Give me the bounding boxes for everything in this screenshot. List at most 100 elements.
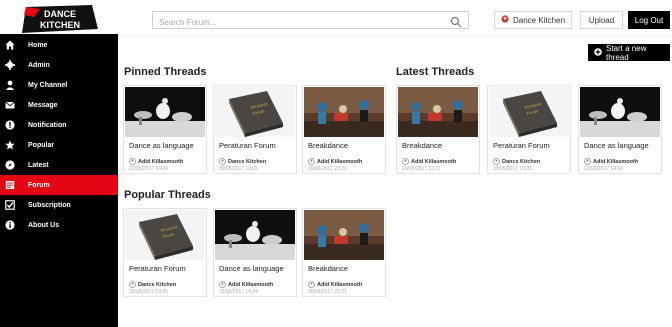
user-icon [4,79,16,91]
thread-author[interactable]: Dance Kitchen [219,158,266,165]
search-icon[interactable] [450,15,462,28]
author-icon [129,281,136,288]
thread-title[interactable]: Peraturan Forum [219,141,276,150]
thread-author[interactable]: Dance Kitchen [129,281,176,288]
thread-title[interactable]: Dance as language [129,141,194,150]
sidebar-item-label: Notification [28,121,67,129]
thread-date: 22/05/2017 14:24 [129,166,168,172]
thread-card[interactable]: Dance as language Adid Killasmooth 22/05… [213,208,297,297]
compass-icon [4,159,16,171]
thread-title[interactable]: Breakdance [308,264,348,273]
thread-card[interactable]: Breakdance Adid Killasmooth 20/06/2017 2… [302,85,386,174]
sidebar-item-notification[interactable]: Notification [0,115,118,135]
thread-thumbnail [580,87,660,137]
sidebar-item-label: Latest [28,161,49,169]
thread-date: 20/06/2017 23:21 [308,289,347,295]
dance-kitchen-logo[interactable]: DANCE KITCHEN [20,5,100,33]
sidebar-item-admin[interactable]: Admin [0,55,118,75]
info-icon [4,219,16,231]
author-name: Adid Killasmooth [228,281,274,288]
sidebar-item-home[interactable]: Home [0,35,118,55]
thread-thumbnail [125,210,205,260]
sidebar-item-forum[interactable]: Forum [0,175,118,195]
author-name: Dance Kitchen [138,281,177,288]
thread-date: 22/05/2017 14:24 [584,166,623,172]
thread-date: 22/05/2017 14:24 [219,289,258,295]
thread-card[interactable]: Peraturan Forum Dance Kitchen 30/05/2017… [213,85,297,174]
sidebar-item-label: Subscription [28,201,71,209]
thread-date: 20/06/2017 23:21 [402,166,441,172]
thread-author[interactable]: Dance Kitchen [493,158,540,165]
author-icon [584,158,591,165]
sidebar-item-message[interactable]: Message [0,95,118,115]
author-name: Adid Killasmooth [593,158,639,165]
thread-author[interactable]: Adid Killasmooth [584,158,638,165]
thread-date: 30/05/2017 19:05 [129,289,168,295]
sidebar-item-label: Forum [28,181,50,189]
thread-date: 30/05/2017 19:05 [493,166,532,172]
upload-button[interactable]: Upload [580,11,623,29]
thread-title[interactable]: Dance as language [584,141,649,150]
thread-card[interactable]: Dance as language Adid Killasmooth 22/05… [123,85,207,174]
sidebar-item-subscription[interactable]: Subscription [0,195,118,215]
popular-threads-title: Popular Threads [124,189,211,201]
thread-card[interactable]: Breakdance Adid Killasmooth 20/06/2017 2… [302,208,386,297]
author-name: Adid Killasmooth [138,158,184,165]
logo-line-1: DANCE [44,9,76,19]
alert-icon [4,119,16,131]
sidebar-item-latest[interactable]: Latest [0,155,118,175]
home-icon [4,39,16,51]
thread-card[interactable]: Breakdance Adid Killasmooth 20/06/2017 2… [396,85,480,174]
thread-author[interactable]: Adid Killasmooth [129,158,183,165]
author-name: Adid Killasmooth [317,158,363,165]
thread-title[interactable]: Peraturan Forum [129,264,186,273]
author-icon [402,158,409,165]
sidebar-item-label: Message [28,101,58,109]
sidebar-item-label: Popular [28,141,55,149]
logo-line-2: KITCHEN [40,20,80,30]
thread-title[interactable]: Breakdance [402,141,442,150]
pinned-threads-title: Pinned Threads [124,66,207,78]
thread-card[interactable]: Peraturan Forum Dance Kitchen 30/05/2017… [123,208,207,297]
latest-threads-title: Latest Threads [396,66,475,78]
user-name: Dance Kitchen [512,15,566,25]
forum-icon [4,179,16,191]
thread-title[interactable]: Breakdance [308,141,348,150]
logout-button[interactable]: Log Out [628,11,670,29]
thread-author[interactable]: Adid Killasmooth [308,158,362,165]
sidebar-item-label: Admin [28,61,50,69]
sidebar-item-about-us[interactable]: About Us [0,215,118,235]
thread-title[interactable]: Peraturan Forum [493,141,550,150]
author-icon [493,158,500,165]
thread-author[interactable]: Adid Killasmooth [402,158,456,165]
thread-author[interactable]: Adid Killasmooth [219,281,273,288]
start-new-thread-label: Start a new thread [606,43,647,62]
author-name: Adid Killasmooth [317,281,363,288]
plus-circle-icon [594,47,602,58]
thread-thumbnail [398,87,478,137]
thread-author[interactable]: Adid Killasmooth [308,281,362,288]
thread-thumbnail [304,87,384,137]
thread-date: 30/05/2017 19:05 [219,166,258,172]
thread-title[interactable]: Dance as language [219,264,284,273]
envelope-icon [4,99,16,111]
sidebar-item-label: My Channel [28,81,68,89]
start-new-thread-button[interactable]: Start a new thread [588,43,670,62]
author-icon [219,281,226,288]
thread-card[interactable]: Peraturan Forum Dance Kitchen 30/05/2017… [487,85,571,174]
user-profile-button[interactable]: Dance Kitchen [494,11,572,29]
thread-thumbnail [215,87,295,137]
gear-icon [4,59,16,71]
sidebar-item-my-channel[interactable]: My Channel [0,75,118,95]
sidebar: Home Admin My Channel Message Notificati… [0,34,118,327]
top-bar: DANCE KITCHEN Dance Kitchen Upload Log O… [0,0,672,37]
sidebar-item-label: Home [28,41,48,49]
search-input[interactable] [153,14,443,31]
author-icon [219,158,226,165]
sidebar-item-popular[interactable]: Popular [0,135,118,155]
thread-card[interactable]: Dance as language Adid Killasmooth 22/05… [578,85,662,174]
author-name: Dance Kitchen [502,158,541,165]
user-avatar-icon [501,15,509,25]
author-icon [129,158,136,165]
thread-thumbnail [489,87,569,137]
